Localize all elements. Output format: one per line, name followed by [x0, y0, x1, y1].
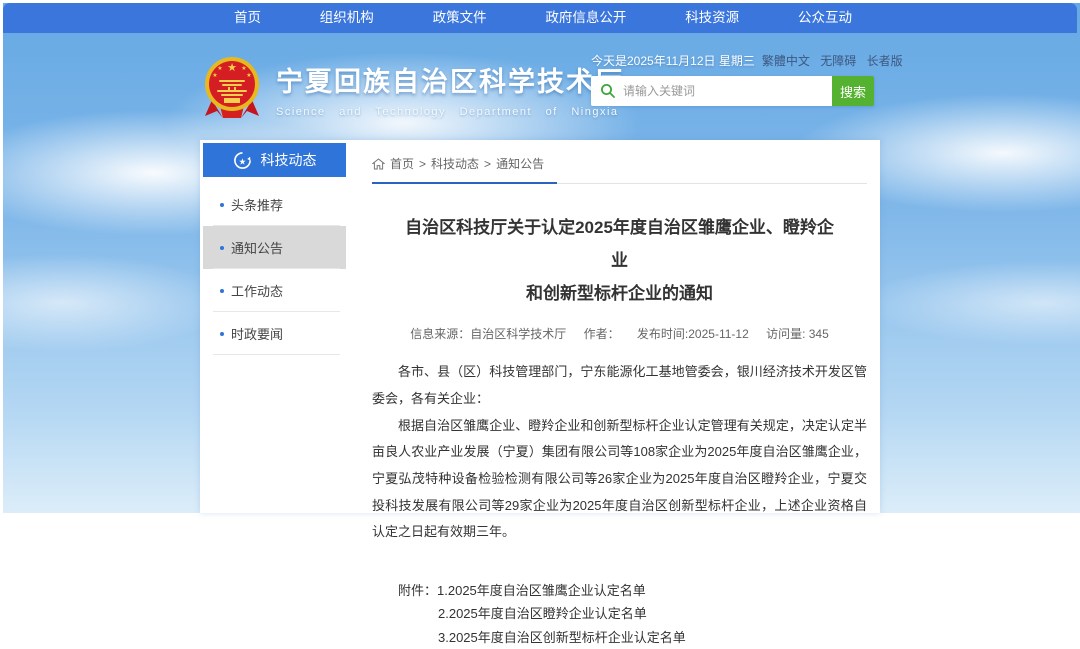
svg-text:★: ★ — [212, 72, 217, 79]
breadcrumb-home[interactable]: 首页 — [390, 155, 414, 172]
main-content: 首页 > 科技动态 > 通知公告 自治区科技厅关于认定2025年度自治区雏鹰企业… — [372, 140, 867, 649]
article-title: 自治区科技厅关于认定2025年度自治区雏鹰企业、瞪羚企业 和创新型标杆企业的通知 — [402, 211, 837, 310]
star-circle-icon: ★ — [233, 151, 252, 170]
search-icon — [600, 83, 616, 99]
sidebar-item-notices[interactable]: 通知公告 — [203, 226, 346, 269]
article-title-line1: 自治区科技厅关于认定2025年度自治区雏鹰企业、瞪羚企业 — [405, 218, 834, 270]
link-elder-version[interactable]: 长者版 — [867, 54, 903, 68]
brand: ★ ★ ★ ★ ★ 宁夏回族自治区科学技术厅 Science and Techn… — [200, 54, 624, 124]
meta-visits: 访问量: 345 — [766, 327, 829, 341]
sidebar-item-work-updates[interactable]: 工作动态 — [203, 269, 346, 312]
sidebar-title: 科技动态 — [261, 150, 317, 170]
article-title-line2: 和创新型标杆企业的通知 — [526, 284, 713, 303]
current-date: 今天是2025年11月12日 星期三 — [591, 52, 755, 69]
header-meta: 今天是2025年11月12日 星期三 繁體中文 无障碍 长者版 — [591, 52, 874, 68]
attachments: 附件：1.2025年度自治区雏鹰企业认定名单 2.2025年度自治区瞪羚企业认定… — [398, 579, 867, 649]
header-right: 今天是2025年11月12日 星期三 繁體中文 无障碍 长者版 搜索 — [591, 52, 874, 68]
article-meta: 信息来源：自治区科学技术厅 作者： 发布时间:2025-11-12 访问量: 3… — [372, 325, 867, 342]
sidebar-item-label: 头条推荐 — [231, 195, 283, 214]
sidebar-item-headlines[interactable]: 头条推荐 — [203, 183, 346, 226]
svg-text:★: ★ — [246, 72, 251, 79]
sidebar-item-label: 时政要闻 — [231, 324, 283, 343]
attachment-row: 3.2025年度自治区创新型标杆企业认定名单 — [398, 626, 867, 649]
bullet-dot-icon — [220, 246, 224, 250]
sidebar-item-label: 工作动态 — [231, 281, 283, 300]
national-emblem-logo: ★ ★ ★ ★ ★ — [200, 54, 264, 124]
site-subtitle-en: Science and Technology Department of Nin… — [276, 106, 624, 118]
search-field — [591, 76, 832, 106]
sidebar-menu: 头条推荐 通知公告 工作动态 时政要闻 — [203, 177, 346, 355]
article-body: 各市、县（区）科技管理部门，宁东能源化工基地管委会，银川经济技术开发区管委会，各… — [372, 359, 867, 545]
brand-text: 宁夏回族自治区科学技术厅 Science and Technology Depa… — [276, 54, 624, 118]
nav-item-organization[interactable]: 组织机构 — [320, 3, 374, 33]
breadcrumb-separator: > — [484, 157, 491, 171]
breadcrumb-current: 通知公告 — [496, 155, 544, 172]
nav-item-tech-resources[interactable]: 科技资源 — [685, 3, 739, 33]
attachment-row: 附件：1.2025年度自治区雏鹰企业认定名单 — [398, 579, 867, 602]
breadcrumb-separator: > — [419, 157, 426, 171]
breadcrumb-divider-accent — [372, 182, 557, 184]
link-traditional-chinese[interactable]: 繁體中文 — [762, 54, 810, 68]
breadcrumb-category[interactable]: 科技动态 — [431, 155, 479, 172]
site-title: 宁夏回族自治区科学技术厅 — [276, 60, 624, 99]
attachments-label: 附件： — [398, 583, 437, 598]
attachment-link-1[interactable]: 1.2025年度自治区雏鹰企业认定名单 — [437, 583, 646, 598]
attachment-link-2[interactable]: 2.2025年度自治区瞪羚企业认定名单 — [438, 606, 647, 621]
nav-item-public-interaction[interactable]: 公众互动 — [798, 3, 852, 33]
link-accessibility[interactable]: 无障碍 — [820, 54, 856, 68]
sidebar-header: ★ 科技动态 — [203, 143, 346, 177]
nav-items: 首页 组织机构 政策文件 政府信息公开 科技资源 公众互动 — [200, 3, 886, 33]
meta-source: 信息来源：自治区科学技术厅 — [410, 327, 566, 341]
article-paragraph-2: 根据自治区雏鹰企业、瞪羚企业和创新型标杆企业认定管理有关规定，决定认定半亩良人农… — [372, 413, 867, 546]
site-header: ★ ★ ★ ★ ★ 宁夏回族自治区科学技术厅 Science and Techn… — [200, 46, 882, 134]
sidebar-item-label: 通知公告 — [231, 238, 283, 257]
svg-text:★: ★ — [217, 65, 222, 72]
attachment-row: 2.2025年度自治区瞪羚企业认定名单 — [398, 602, 867, 625]
search-bar: 搜索 — [591, 76, 874, 106]
attachment-link-3[interactable]: 3.2025年度自治区创新型标杆企业认定名单 — [438, 630, 686, 645]
sidebar-item-political-news[interactable]: 时政要闻 — [203, 312, 346, 355]
bullet-dot-icon — [220, 203, 224, 207]
nav-item-government-info[interactable]: 政府信息公开 — [545, 3, 626, 33]
svg-text:★: ★ — [241, 65, 246, 72]
breadcrumb-divider — [372, 182, 867, 184]
meta-author: 作者： — [584, 327, 620, 341]
svg-text:★: ★ — [227, 62, 237, 74]
home-icon — [372, 158, 385, 170]
content-panel: ★ 科技动态 头条推荐 通知公告 工作动态 — [200, 140, 880, 513]
top-navigation: 首页 组织机构 政策文件 政府信息公开 科技资源 公众互动 — [3, 3, 1077, 33]
meta-publish-time: 发布时间:2025-11-12 — [637, 327, 749, 341]
search-input[interactable] — [591, 76, 832, 106]
page: 首页 组织机构 政策文件 政府信息公开 科技资源 公众互动 ★ ★ ★ ★ ★ — [0, 0, 1080, 513]
bullet-dot-icon — [220, 289, 224, 293]
svg-text:★: ★ — [238, 156, 246, 166]
nav-item-home[interactable]: 首页 — [234, 3, 261, 33]
quick-links: 繁體中文 无障碍 长者版 — [755, 52, 903, 69]
nav-item-policy-documents[interactable]: 政策文件 — [433, 3, 487, 33]
breadcrumb: 首页 > 科技动态 > 通知公告 — [372, 140, 867, 172]
article-paragraph-1: 各市、县（区）科技管理部门，宁东能源化工基地管委会，银川经济技术开发区管委会，各… — [372, 359, 867, 412]
sidebar: ★ 科技动态 头条推荐 通知公告 工作动态 — [203, 143, 346, 355]
search-button[interactable]: 搜索 — [832, 76, 874, 106]
bullet-dot-icon — [220, 332, 224, 336]
